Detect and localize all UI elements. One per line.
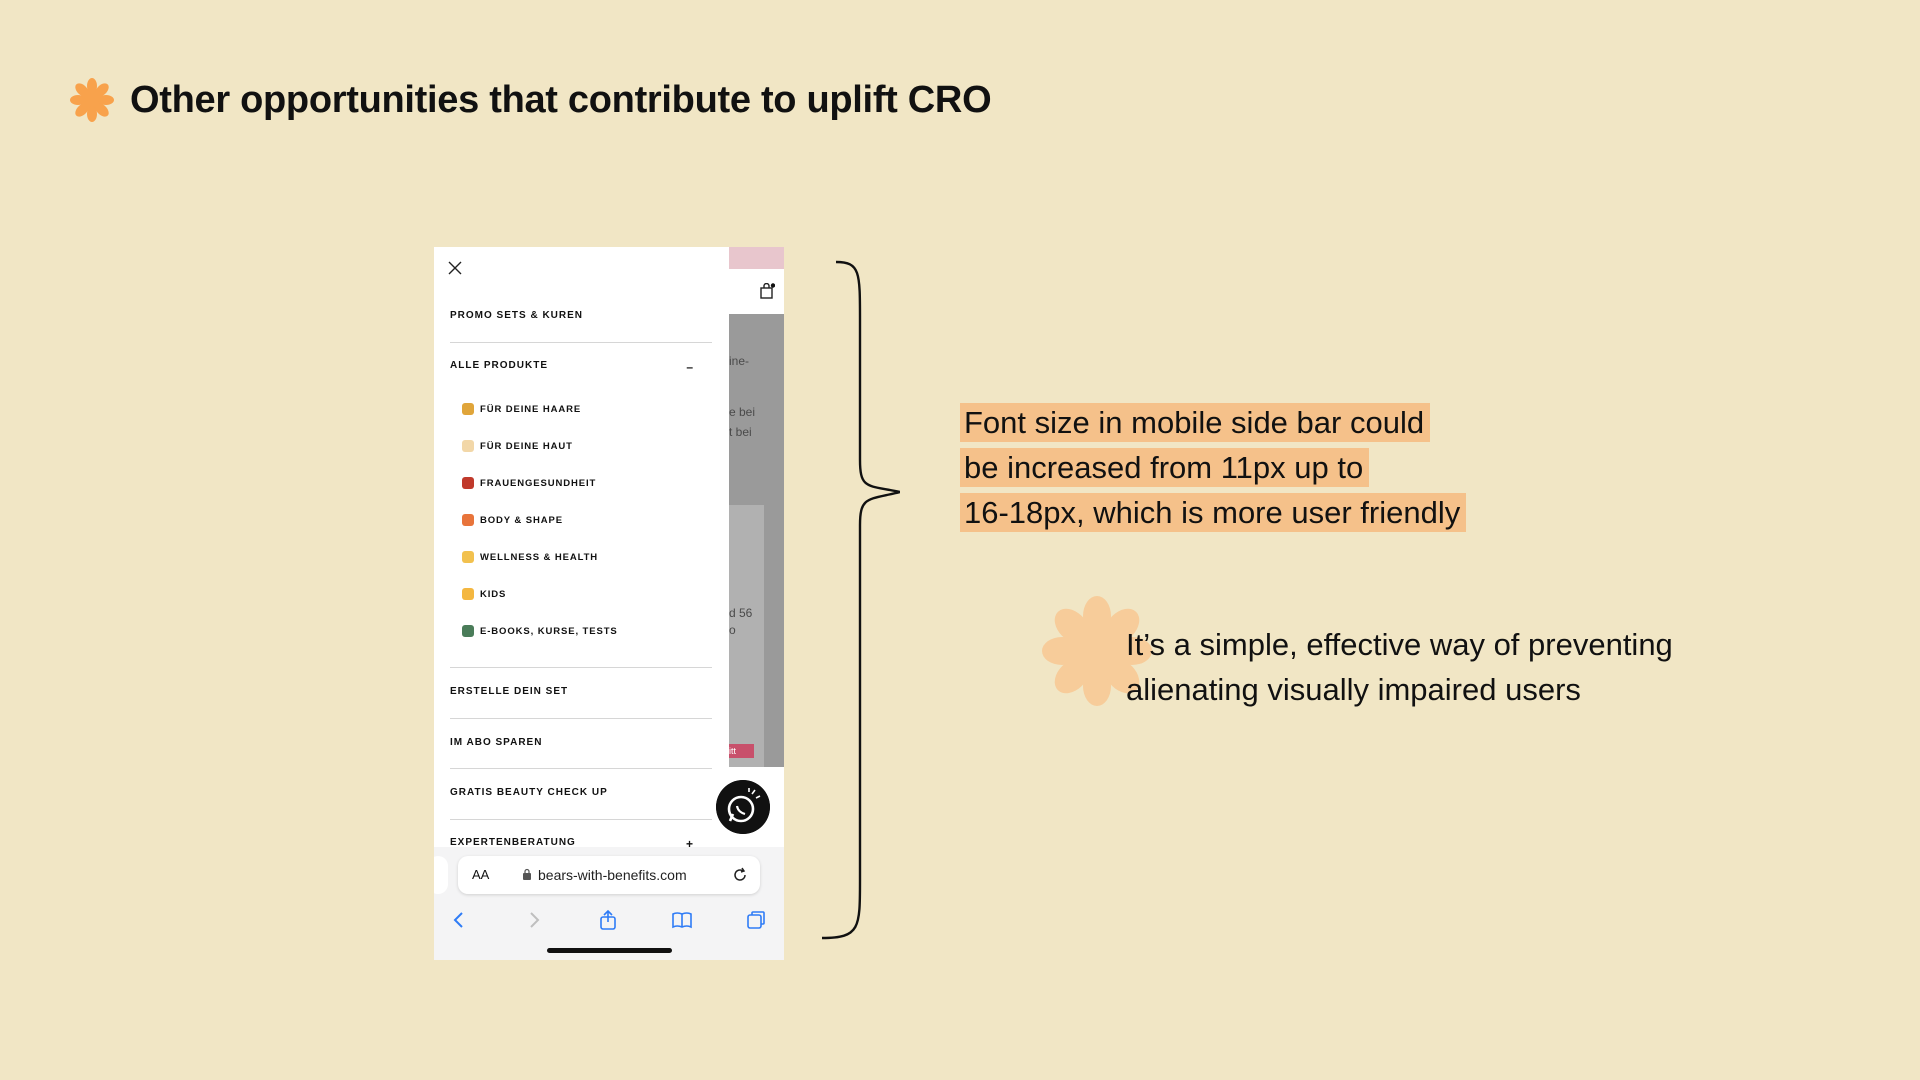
bg-text-fragment: ine- bbox=[729, 354, 750, 368]
submenu-item-label: E-BOOKS, KURSE, TESTS bbox=[480, 625, 618, 637]
submenu-item-frauengesundheit[interactable]: FRAUENGESUNDHEIT bbox=[462, 477, 596, 489]
curly-brace-icon bbox=[821, 260, 900, 940]
submenu-item-label: FRAUENGESUNDHEIT bbox=[480, 477, 597, 489]
slide-header: Other opportunities that contribute to u… bbox=[70, 78, 992, 122]
reader-settings-button[interactable]: AA bbox=[472, 867, 489, 882]
home-indicator bbox=[547, 948, 672, 953]
phone-screenshot: ine- e bei t bei d 56 o itt PROMO SETS &… bbox=[434, 247, 784, 960]
menu-item-alle-produkte[interactable]: ALLE PRODUKTE – bbox=[450, 360, 712, 374]
menu-item-promo[interactable]: PROMO SETS & KUREN bbox=[450, 310, 712, 321]
divider bbox=[450, 667, 712, 668]
menu-item-abo[interactable]: IM ABO SPAREN bbox=[450, 737, 712, 748]
callout-highlight: Font size in mobile side bar could be in… bbox=[960, 400, 1467, 535]
emoji-icon bbox=[462, 477, 474, 489]
forward-icon[interactable] bbox=[523, 909, 545, 931]
close-icon[interactable] bbox=[448, 261, 462, 275]
tabs-icon[interactable] bbox=[745, 909, 767, 931]
bg-text-fragment: t bei bbox=[729, 425, 752, 439]
submenu-item-label: WELLNESS & HEALTH bbox=[480, 551, 599, 563]
safari-bottom-bar: AA bears-with-benefits.com bbox=[434, 847, 784, 960]
back-icon[interactable] bbox=[448, 909, 470, 931]
callout-line: be increased from 11px up to bbox=[960, 445, 1466, 490]
bookmarks-icon[interactable] bbox=[671, 909, 693, 931]
bg-text-fragment: d 56 bbox=[729, 606, 753, 620]
divider bbox=[450, 768, 712, 769]
reload-icon[interactable] bbox=[732, 867, 748, 883]
previous-tab-stub[interactable] bbox=[434, 856, 448, 894]
menu-item-label: ALLE PRODUKTE bbox=[450, 360, 548, 371]
submenu-item-label: KIDS bbox=[480, 588, 507, 600]
whatsapp-chat-icon[interactable] bbox=[716, 780, 770, 834]
mobile-sidebar: PROMO SETS & KUREN ALLE PRODUKTE – FÜR D… bbox=[434, 247, 729, 851]
url-text: bears-with-benefits.com bbox=[538, 867, 687, 883]
callout-line: 16-18px, which is more user friendly bbox=[960, 490, 1467, 535]
divider bbox=[450, 819, 712, 820]
bg-text-fragment: o bbox=[729, 623, 736, 637]
emoji-icon bbox=[462, 403, 474, 415]
menu-item-erstelle[interactable]: ERSTELLE DEIN SET bbox=[450, 686, 712, 697]
share-icon[interactable] bbox=[597, 909, 619, 931]
callout-line: Font size in mobile side bar could bbox=[960, 400, 1466, 445]
note-line: alienating visually impaired users bbox=[1126, 672, 1581, 707]
emoji-icon bbox=[462, 551, 474, 563]
note-line: It’s a simple, effective way of preventi… bbox=[1126, 627, 1673, 662]
collapse-icon[interactable]: – bbox=[686, 360, 694, 374]
supporting-note: It’s a simple, effective way of preventi… bbox=[1126, 622, 1826, 712]
submenu-item-haare[interactable]: FÜR DEINE HAARE bbox=[462, 403, 581, 415]
announcement-bar bbox=[729, 247, 784, 269]
submenu-item-label: BODY & SHAPE bbox=[480, 514, 563, 526]
bg-text-fragment: e bei bbox=[729, 405, 756, 419]
emoji-icon bbox=[462, 588, 474, 600]
divider bbox=[450, 342, 712, 343]
emoji-icon bbox=[462, 625, 474, 637]
submenu-item-kids[interactable]: KIDS bbox=[462, 588, 506, 600]
lock-icon bbox=[523, 868, 531, 880]
emoji-icon bbox=[462, 440, 474, 452]
page-header bbox=[729, 269, 784, 314]
divider bbox=[450, 718, 712, 719]
submenu-item-label: FÜR DEINE HAUT bbox=[480, 440, 573, 452]
address-bar[interactable]: AA bears-with-benefits.com bbox=[458, 856, 760, 894]
emoji-icon bbox=[462, 514, 474, 526]
submenu-item-label: FÜR DEINE HAARE bbox=[480, 403, 582, 415]
discount-badge: itt bbox=[729, 744, 754, 758]
menu-item-gratis[interactable]: GRATIS BEAUTY CHECK UP bbox=[450, 787, 712, 798]
submenu-item-haut[interactable]: FÜR DEINE HAUT bbox=[462, 440, 573, 452]
cart-icon[interactable] bbox=[759, 283, 775, 299]
slide-title: Other opportunities that contribute to u… bbox=[130, 78, 992, 121]
submenu-item-ebooks[interactable]: E-BOOKS, KURSE, TESTS bbox=[462, 625, 618, 637]
submenu-item-wellness[interactable]: WELLNESS & HEALTH bbox=[462, 551, 598, 563]
submenu-item-body-shape[interactable]: BODY & SHAPE bbox=[462, 514, 563, 526]
flower-icon bbox=[70, 78, 114, 122]
